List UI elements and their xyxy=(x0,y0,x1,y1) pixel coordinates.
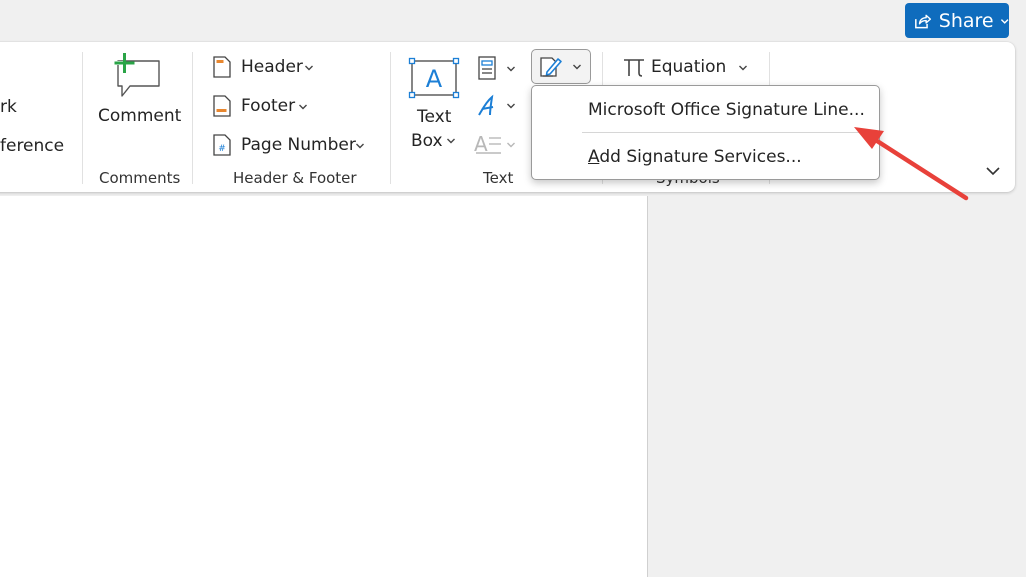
footer-icon xyxy=(213,95,231,117)
page-number-label: Page Number xyxy=(241,135,356,155)
signature-line-icon xyxy=(540,57,562,77)
document-page[interactable] xyxy=(0,196,648,577)
share-label: Share xyxy=(938,9,994,32)
menu-divider xyxy=(582,132,878,133)
page-number-icon: # xyxy=(213,134,231,156)
footer-button[interactable]: Footer xyxy=(210,94,320,120)
chevron-down-icon xyxy=(1000,18,1009,24)
chevron-down-icon xyxy=(507,66,515,72)
quick-parts-icon xyxy=(478,56,496,80)
comments-group-label: Comments xyxy=(99,169,181,187)
signature-line-menu: Microsoft Office Signature Line... Add S… xyxy=(531,85,880,180)
equation-label: Equation xyxy=(651,57,727,77)
text-box-icon: A xyxy=(408,57,460,99)
share-icon xyxy=(915,14,932,28)
text-group-label: Text xyxy=(483,169,514,187)
menu-item-office-signature-line[interactable]: Microsoft Office Signature Line... xyxy=(588,100,865,120)
svg-text:#: # xyxy=(218,144,226,154)
chevron-down-icon xyxy=(507,103,515,109)
header-footer-group-label: Header & Footer xyxy=(233,169,357,187)
text-box-label-1: Text xyxy=(417,107,452,127)
comment-button[interactable]: Comment xyxy=(93,52,183,132)
menu-accelerator: A xyxy=(588,147,600,167)
chevron-down-icon xyxy=(739,65,747,71)
page-number-button[interactable]: # Page Number xyxy=(210,133,370,159)
chevron-down-icon xyxy=(305,65,313,71)
drop-cap-button: A xyxy=(474,130,522,158)
chevron-down-icon xyxy=(447,138,455,144)
share-button[interactable]: Share xyxy=(905,3,1009,38)
text-box-button[interactable]: A Text Box xyxy=(404,55,464,155)
chevron-down-icon xyxy=(356,143,364,149)
text-box-label-2: Box xyxy=(411,131,443,151)
header-button[interactable]: Header xyxy=(210,55,320,81)
partial-label-1[interactable]: rk xyxy=(0,97,17,117)
drop-cap-icon: A xyxy=(474,132,501,156)
header-label: Header xyxy=(241,57,303,77)
wordart-icon xyxy=(478,94,494,116)
group-separator xyxy=(390,52,391,184)
quick-parts-button[interactable] xyxy=(474,54,522,82)
footer-label: Footer xyxy=(241,96,296,116)
ribbon-expand-chevron-icon[interactable] xyxy=(985,163,1001,179)
svg-text:A: A xyxy=(426,65,443,93)
group-separator xyxy=(192,52,193,184)
group-separator xyxy=(82,52,83,184)
chevron-down-icon xyxy=(299,104,307,110)
partial-label-2[interactable]: ference xyxy=(0,136,64,156)
wordart-button[interactable] xyxy=(474,92,522,120)
annotation-arrow-icon xyxy=(854,127,969,201)
header-icon xyxy=(213,56,231,78)
chevron-down-icon xyxy=(507,142,515,148)
comment-icon xyxy=(113,53,160,97)
equation-button[interactable]: Equation xyxy=(618,54,760,82)
chevron-down-icon xyxy=(573,64,581,70)
pi-icon xyxy=(624,59,644,77)
menu-item-add-signature-services[interactable]: Add Signature Services... xyxy=(588,147,802,167)
signature-line-button[interactable] xyxy=(531,49,591,84)
document-margin-area xyxy=(649,196,1026,577)
comment-label: Comment xyxy=(98,106,182,126)
menu-item-label-rest: dd Signature Services... xyxy=(599,147,802,167)
